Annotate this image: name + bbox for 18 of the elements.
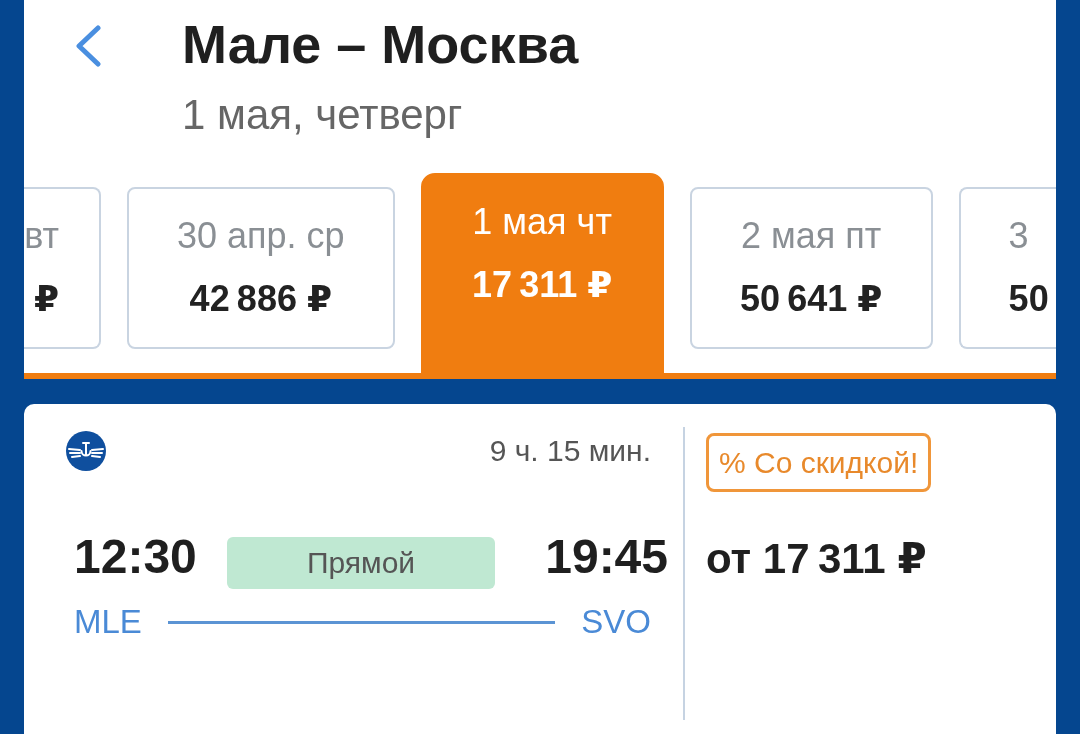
- price-text: от 17 311 ₽: [706, 534, 928, 584]
- date-tab[interactable]: вт ₽: [24, 187, 101, 349]
- back-button[interactable]: [75, 25, 101, 67]
- flight-card[interactable]: 9 ч. 15 мин. 12:30 Прямой 19:45 MLE SVO % Со скидкой! от 17 311 ₽: [24, 404, 1056, 734]
- route-title: Мале – Москва: [182, 13, 579, 75]
- flight-duration: 9 ч. 15 мин.: [489, 433, 651, 469]
- discount-badge: % Со скидкой!: [706, 433, 932, 492]
- date-tab[interactable]: 3 50: [958, 187, 1056, 349]
- origin-code: MLE: [74, 602, 142, 642]
- chevron-left-icon: [75, 25, 101, 67]
- departure-time: 12:30: [74, 529, 197, 585]
- stops-badge: Прямой: [226, 537, 496, 589]
- destination-code: SVO: [581, 602, 651, 642]
- date-tab[interactable]: 30 апр. ср 42 886 ₽: [127, 187, 395, 349]
- arrival-time: 19:45: [545, 529, 668, 585]
- date-subtitle: 1 мая, четверг: [182, 90, 464, 140]
- date-tab[interactable]: 2 мая пт 50 641 ₽: [689, 187, 933, 349]
- winged-emblem-icon: [66, 431, 106, 471]
